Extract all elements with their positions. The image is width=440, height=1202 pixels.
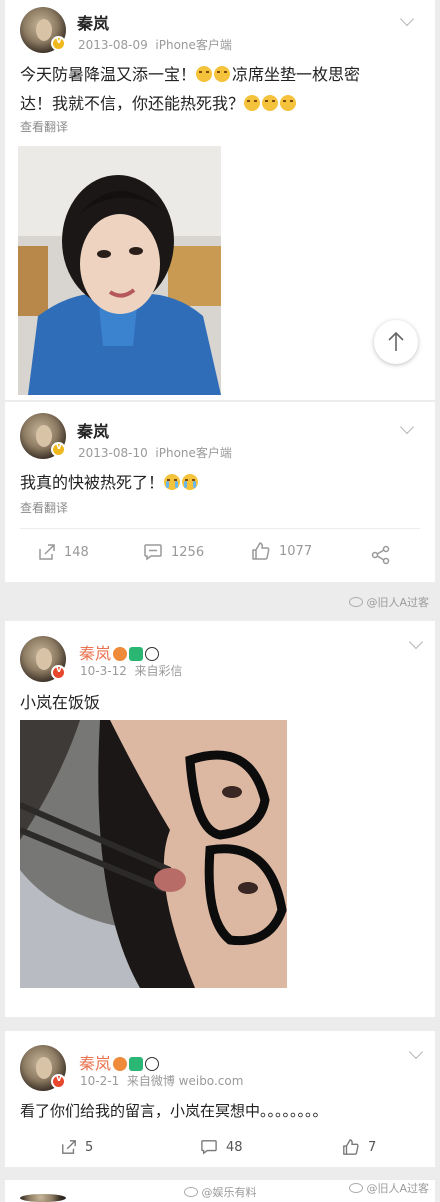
- arrow-up-icon: [388, 331, 404, 351]
- selfie-image: [18, 146, 221, 395]
- post-card-4: 秦岚 10-2-1 来自微博 weibo.com 看了你们给我的留言，小岚在冥想…: [5, 1031, 435, 1167]
- sleepy-emoji-icon: [244, 95, 261, 111]
- panda-badge-icon: [145, 647, 160, 661]
- sleepy-emoji-icon: [280, 95, 297, 111]
- post-source: 来自微博 weibo.com: [126, 1074, 244, 1088]
- member-badge-icon: [129, 647, 144, 661]
- repost-icon: [62, 1140, 76, 1154]
- comment-button[interactable]: 48: [200, 1139, 243, 1155]
- verified-badge-icon: [51, 442, 66, 457]
- post-date: 10-2-1: [80, 1074, 120, 1088]
- post-date: 10-3-12: [80, 664, 127, 678]
- sleepy-emoji-icon: [262, 95, 279, 111]
- share-icon: [371, 545, 390, 565]
- post-card-1: 秦岚 2013-08-09 iPhone客户端 今天防暑降温又添一宝！ 凉席坐垫一…: [5, 0, 435, 400]
- like-button[interactable]: 7: [342, 1138, 376, 1156]
- watermark-text: @娱乐有料: [201, 1186, 257, 1199]
- username[interactable]: 秦岚: [77, 418, 109, 442]
- like-icon: [343, 1139, 359, 1155]
- chevron-down-icon[interactable]: [408, 1044, 424, 1060]
- vip-crown-icon: [113, 1057, 128, 1071]
- repost-button[interactable]: 5: [61, 1139, 93, 1155]
- like-icon: [252, 542, 270, 560]
- chevron-down-icon[interactable]: [399, 11, 415, 27]
- post-text: 看了你们给我的留言，小岚在冥想中。。。。。。。。: [20, 1102, 328, 1120]
- post-card-2: 秦岚 2013-08-10 iPhone客户端 我真的快被热死了！ 查看翻译 1…: [5, 402, 435, 582]
- repost-count: 5: [85, 1139, 94, 1155]
- watermark: @娱乐有料: [184, 1184, 257, 1200]
- username-text: 秦岚: [79, 644, 112, 663]
- post-card-3: 秦岚 10-3-12 来自彩信 小岚在饭饭: [5, 621, 435, 1017]
- comment-icon: [201, 1140, 217, 1155]
- repost-icon: [39, 544, 55, 560]
- panda-badge-icon: [145, 1057, 160, 1071]
- post-source: 来自彩信: [134, 664, 183, 678]
- like-count: 7: [368, 1139, 377, 1155]
- watermark: @旧人A过客: [349, 594, 429, 610]
- like-count: 1077: [279, 543, 313, 559]
- member-badge-icon: [129, 1057, 144, 1071]
- username[interactable]: 秦岚: [77, 10, 109, 34]
- smile-emoji-icon: [214, 66, 231, 82]
- verified-badge-icon: [51, 665, 66, 680]
- watermark-text: @旧人A过客: [366, 596, 430, 609]
- share-button[interactable]: [371, 545, 391, 565]
- weibo-logo-icon: [184, 1187, 198, 1197]
- watermark: @旧人A过客: [349, 1180, 429, 1196]
- post-text-part: 达！我就不信，你还能热死我？: [20, 94, 245, 113]
- chevron-down-icon[interactable]: [408, 634, 424, 650]
- post-text: 小岚在饭饭: [20, 693, 101, 712]
- translate-link[interactable]: 查看翻译: [20, 499, 68, 516]
- verified-badge-icon: [51, 36, 66, 51]
- comment-count: 1256: [171, 544, 205, 560]
- post-source: iPhone客户端: [155, 446, 232, 460]
- post-source: iPhone客户端: [155, 38, 232, 52]
- post-photo[interactable]: [18, 146, 221, 395]
- repost-count: 148: [64, 544, 89, 560]
- post-text: 今天防暑降温又添一宝！ 凉席坐垫一枚思密 达！我就不信，你还能热死我？: [20, 60, 425, 118]
- eating-selfie-image: [20, 720, 287, 988]
- weibo-logo-icon: [349, 597, 363, 607]
- post-text-part: 我真的快被热死了！: [20, 473, 165, 492]
- watermark-text: @旧人A过客: [366, 1182, 430, 1195]
- like-button[interactable]: 1077: [251, 541, 312, 561]
- post-meta: 2013-08-10 iPhone客户端: [78, 444, 232, 461]
- vip-crown-icon: [113, 647, 128, 661]
- divider: [20, 528, 420, 529]
- scroll-to-top-button[interactable]: [374, 320, 418, 364]
- comment-icon: [144, 544, 162, 561]
- comment-button[interactable]: 1256: [143, 543, 204, 561]
- username[interactable]: 秦岚: [79, 1050, 160, 1074]
- post-text-part: 今天防暑降温又添一宝！: [20, 65, 197, 84]
- weibo-logo-icon: [349, 1183, 363, 1193]
- post-meta: 10-2-1 来自微博 weibo.com: [80, 1072, 243, 1089]
- post-date: 2013-08-09: [78, 38, 148, 52]
- post-meta: 10-3-12 来自彩信: [80, 662, 183, 679]
- post-photo[interactable]: [20, 720, 287, 988]
- post-text: 我真的快被热死了！: [20, 468, 200, 497]
- post-date: 2013-08-10: [78, 446, 148, 460]
- smile-emoji-icon: [196, 66, 213, 82]
- username[interactable]: 秦岚: [79, 640, 160, 664]
- verified-badge-icon: [51, 1074, 66, 1089]
- translate-link[interactable]: 查看翻译: [20, 118, 68, 135]
- crying-emoji-icon: [182, 474, 199, 490]
- post-text-part: 凉席坐垫一枚思密: [232, 65, 361, 84]
- username-text: 秦岚: [79, 1054, 112, 1073]
- post-meta: 2013-08-09 iPhone客户端: [78, 36, 232, 53]
- crying-emoji-icon: [164, 474, 181, 490]
- chevron-down-icon[interactable]: [399, 419, 415, 435]
- comment-count: 48: [226, 1139, 243, 1155]
- avatar[interactable]: [20, 1194, 66, 1202]
- repost-button[interactable]: 148: [38, 543, 89, 561]
